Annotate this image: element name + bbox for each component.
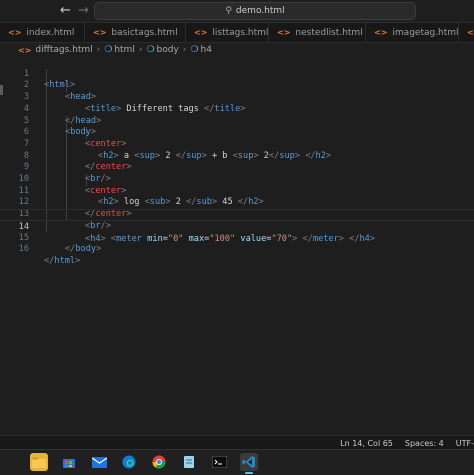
edge-icon[interactable] [120, 453, 138, 471]
breadcrumb: <> difftags.html › ❍ html › ❍ body › ❍ h… [0, 43, 474, 57]
token: </ [44, 255, 55, 266]
store-icon[interactable] [60, 453, 78, 471]
token: html [54, 255, 76, 266]
html-file-icon: <> [93, 28, 107, 37]
command-center-search[interactable]: ⚲ demo.html [94, 2, 416, 20]
html-file-icon: <> [194, 28, 208, 37]
chevron-right-icon: › [182, 45, 187, 55]
breadcrumb-item-html[interactable]: html [114, 45, 135, 55]
tab-label: index.html [26, 27, 75, 38]
search-text: demo.html [235, 6, 285, 16]
code-text: </body> [65, 244, 101, 256]
windows-taskbar [0, 449, 474, 475]
token: </ [65, 244, 76, 255]
code-line[interactable]: 15 </body> [0, 221, 474, 255]
tab-label: nestedlist.html [295, 27, 363, 38]
token: body [75, 244, 97, 255]
token: > [75, 255, 81, 266]
code-editor[interactable]: 1 <html> 2 <head> 3 <title> Different ta… [0, 57, 474, 435]
token: > [96, 244, 102, 255]
tab-label: imagetag.html [392, 27, 459, 38]
code-line[interactable]: 13 <br/> [0, 197, 474, 231]
title-bar: ← → ⚲ demo.html [0, 0, 474, 23]
tab-listtags[interactable]: <> listtags.html [186, 23, 269, 42]
code-line[interactable]: 9 <br/> [0, 151, 474, 184]
element-icon: ❍ [104, 45, 113, 55]
html-file-icon: <> [18, 45, 32, 55]
line-number: 16 [18, 244, 29, 255]
html-file-icon: <> [8, 28, 22, 37]
breadcrumb-file[interactable]: difftags.html [35, 45, 92, 55]
tab-label: listtags.html [212, 27, 269, 38]
tab-imagetag[interactable]: <> imagetag.html [366, 23, 459, 42]
indentation-setting[interactable]: Spaces: 4 [405, 439, 444, 448]
code-line[interactable]: 5 <body> [0, 104, 474, 138]
element-icon: ❍ [190, 45, 199, 55]
tab-overflow[interactable]: <> an [459, 23, 474, 42]
html-file-icon: <> [374, 28, 388, 37]
vscode-icon[interactable] [240, 453, 258, 474]
file-explorer-icon[interactable] [30, 453, 48, 471]
editor-tabs: <> index.html <> basictags.html <> listt… [0, 23, 474, 43]
tab-label: basictags.html [111, 27, 178, 38]
chevron-right-icon: › [96, 45, 101, 55]
code-line[interactable]: 7 <h2> a <sup> 2 </sup> + b <sup> 2</sup… [0, 127, 474, 161]
tab-basictags[interactable]: <> basictags.html [85, 23, 186, 42]
terminal-icon[interactable] [210, 453, 228, 471]
tab-index[interactable]: <> index.html [0, 23, 85, 42]
code-line[interactable]: 8 </center> [0, 139, 474, 173]
arrow-left-icon[interactable]: ← [60, 3, 71, 19]
code-line[interactable]: 10 <center> [0, 162, 474, 196]
code-line[interactable]: 16 </html> [0, 233, 474, 266]
tab-nestedlist[interactable]: <> nestedlist.html [269, 23, 366, 42]
code-text: </html> [44, 256, 80, 268]
element-icon: ❍ [146, 45, 155, 55]
breadcrumb-item-body[interactable]: body [157, 45, 179, 55]
cursor-position[interactable]: Ln 14, Col 65 [340, 439, 393, 448]
notepad-icon[interactable] [180, 453, 198, 471]
code-line[interactable]: 6 <center> [0, 116, 474, 149]
chevron-right-icon: › [138, 45, 143, 55]
code-line[interactable]: 1 <html> [0, 57, 474, 91]
breadcrumb-item-h4[interactable]: h4 [200, 45, 211, 55]
code-line[interactable]: 12 </center> [0, 186, 474, 219]
search-icon: ⚲ [225, 6, 232, 16]
html-file-icon: <> [467, 28, 474, 37]
encoding-setting[interactable]: UTF- [456, 439, 474, 448]
code-line[interactable]: 4 </head> [0, 92, 474, 126]
code-line[interactable]: 3 <title> Different tags </title> [0, 80, 474, 114]
chrome-icon[interactable] [150, 453, 168, 471]
html-file-icon: <> [277, 28, 291, 37]
code-line[interactable]: 2 <head> [0, 69, 474, 102]
status-bar: Ln 14, Col 65 Spaces: 4 UTF- [0, 435, 474, 450]
code-line-current[interactable]: 14 <h4> <meter min="0" max="100" value="… [0, 209, 474, 244]
code-line[interactable]: 11 <h2> log <sub> 2 </sub> 45 </h2> [0, 174, 474, 208]
mail-icon[interactable] [90, 453, 108, 471]
arrow-right-icon[interactable]: → [78, 3, 89, 19]
